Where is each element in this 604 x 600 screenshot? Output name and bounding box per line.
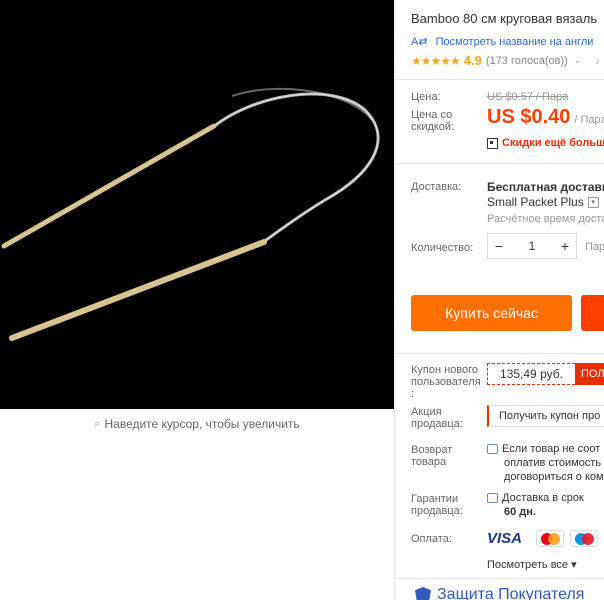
shield-icon [415,587,431,600]
quantity-increase-button[interactable]: + [554,234,576,258]
quantity-input[interactable]: 1 [510,239,554,253]
buyer-protection: Защита Покупателя [415,586,584,600]
guarantee-line-2: 60 дн. [504,506,536,518]
new-user-coupon-amount: 135,49 руб. [487,363,575,385]
product-image[interactable]: ~ ~ ~ [0,0,394,409]
shipping-title: Бесплатная доставка [487,180,604,194]
separator [395,578,604,579]
translate-link-text: Посмотреть название на англи [435,35,594,48]
quantity-decrease-button[interactable]: − [488,234,510,258]
rating-row[interactable]: ★★★★★ 4.9 (173 голоса(ов)) ⌄ [411,53,581,68]
rating-stars: ★★★★★ [411,53,461,68]
buy-now-button[interactable]: Купить сейчас [411,295,572,331]
buyer-protection-title: Защита Покупателя [437,586,585,600]
translate-icon: A⇄ [411,36,428,48]
payment-label: Оплата: [411,533,452,545]
more-discounts-link[interactable]: Скидки ещё больше [487,137,604,149]
shipping-method-value: Small Packet Plus [487,195,584,209]
magnifier-icon: ⌕ [94,417,101,430]
translate-title-link[interactable]: A⇄ Посмотреть название на англи [411,35,594,49]
more-discounts-text: Скидки ещё больше [502,137,604,149]
shipping-label: Доставка: [411,181,462,193]
product-info-panel: Bamboo 80 см круговая вязаль A⇄ Посмотре… [395,0,604,600]
guarantee-label: Гарантии продавца: [411,493,463,517]
chevron-down-icon: ⌄ [573,55,582,65]
discount-price-label: Цена со скидкой: [411,109,455,133]
new-user-coupon-label: Купон нового пользователя : [411,364,481,400]
rating-score: 4.9 [463,53,482,68]
rating-votes: (173 голоса(ов)) [485,54,568,67]
see-all-payment-link[interactable]: Посмотреть все ▾ [487,558,577,571]
knitting-needles-image: ~ ~ ~ [1,87,380,341]
seller-promo-label: Акция продавца: [411,406,463,430]
maestro-icon [570,530,599,547]
zoom-hint-text: Наведите курсор, чтобы увеличить [104,417,300,431]
get-coupon-button[interactable]: ПОЛ [575,363,604,385]
chevron-right-icon[interactable]: › [595,52,600,68]
shipping-time: Расчётное время доста [487,213,604,225]
delivery-icon [487,493,498,504]
discount-price-value: US $0.40 [487,106,571,128]
separator [395,353,604,354]
separator [395,163,604,164]
return-line-3: договориться о ком [504,471,604,483]
add-to-cart-button[interactable] [581,295,604,331]
visa-logo: VISA [487,530,523,547]
product-title: Bamboo 80 см круговая вязаль [411,11,598,26]
separator [395,79,604,80]
discount-price: US $0.40/ Пара [487,106,604,129]
quantity-unit: Пар [585,241,604,253]
zoom-hint: ⌕ Наведите курсор, чтобы увеличить [0,409,394,439]
return-icon [487,444,498,455]
return-line-1: Если товар не соот [502,443,601,455]
return-line-2: оплатив стоимость [504,457,602,469]
chevron-down-icon: ▾ [587,196,599,208]
return-label: Возврат товара [411,444,453,468]
mastercard-icon [536,530,565,547]
qr-code-icon [487,137,498,149]
quantity-stepper: − 1 + [487,233,577,259]
return-policy: Если товар не соот оплатив стоимость дог… [487,442,604,484]
old-price: US $0.57 / Пара [487,91,569,103]
price-unit: / Пара [574,114,604,126]
payment-methods: VISA [487,530,604,547]
guarantee-line-1: Доставка в срок [502,492,584,504]
price-label: Цена: [411,91,441,103]
shipping-method-select[interactable]: Small Packet Plus ▾ [487,195,599,209]
seller-coupon-button[interactable]: Получить купон про [487,405,604,427]
quantity-label: Количество: [411,242,474,254]
guarantee-info: Доставка в срок 60 дн. [487,491,584,519]
